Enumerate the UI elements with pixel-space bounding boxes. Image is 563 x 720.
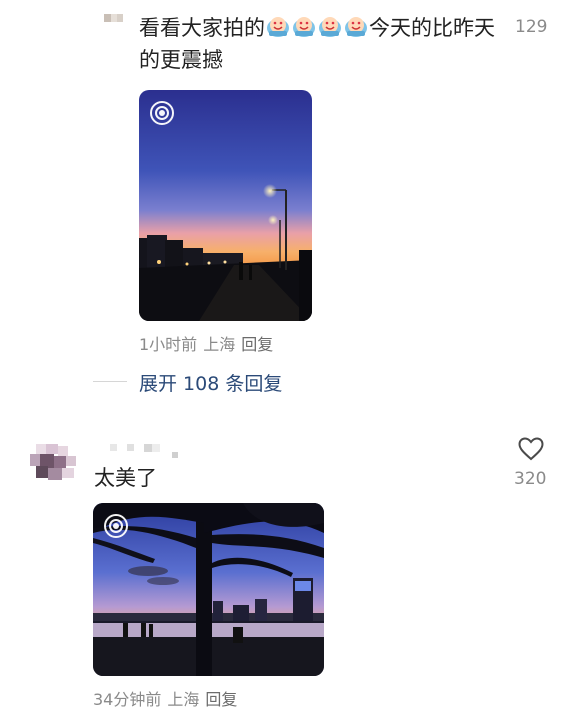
like-count: 129 [515,17,548,37]
comment-meta: 34分钟前 上海 回复 [93,686,237,710]
comment-meta: 1小时前 上海 回复 [139,331,273,355]
reply-button[interactable]: 回复 [205,690,237,709]
crying-laugh-emoji-icon [319,17,341,37]
live-photo-icon [104,514,128,538]
crying-laugh-emoji-icon [293,17,315,37]
comment-photo[interactable] [93,503,324,676]
comment-text-line-2: 的更震撼 [139,48,223,72]
reply-button[interactable]: 回复 [241,335,273,354]
live-photo-icon [150,101,174,125]
crying-laugh-emoji-icon [345,17,367,37]
crying-laugh-emoji-icon [267,17,289,37]
comment-text-part-2: 今天的比昨天 [369,16,495,40]
comment-text: 太美了 [94,466,157,490]
comment-location: 上海 [167,690,200,709]
expand-divider [93,381,127,382]
comment-photo[interactable] [139,90,312,321]
comment-1: 看看大家拍的 今天的比昨天 的更震撼 129 1小时前 上海 回复 展开 108… [0,0,563,400]
heart-outline-icon[interactable] [518,437,544,461]
commenter-name-blurred[interactable] [104,14,123,22]
emoji-group [265,16,369,40]
comment-text-line-1: 看看大家拍的 今天的比昨天 [139,12,495,44]
comment-2: 太美了 320 34分钟前 上海 回复 [0,420,563,720]
sunset-tree-image [93,503,324,676]
commenter-name-blurred[interactable] [110,444,178,458]
comment-time: 34分钟前 [93,690,162,709]
avatar[interactable] [30,440,78,486]
sunset-street-image [139,90,312,321]
comment-time: 1小时前 [139,335,198,354]
comment-text-part-1: 看看大家拍的 [139,16,265,40]
like-count: 320 [514,469,547,489]
comment-location: 上海 [203,335,236,354]
expand-replies-button[interactable]: 展开 108 条回复 [139,369,282,396]
